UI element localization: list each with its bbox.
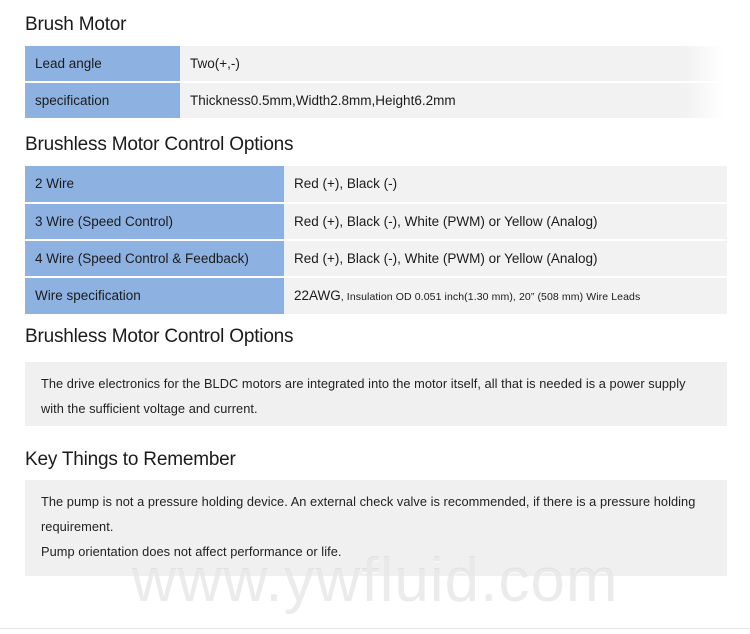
document-page: Brush Motor Lead angle Two(+,-) specific… bbox=[0, 0, 750, 634]
table-cell-value: Red (+), Black (-) bbox=[284, 166, 727, 204]
table-row: 4 Wire (Speed Control & Feedback) Red (+… bbox=[25, 240, 727, 278]
table-cell-key: 4 Wire (Speed Control & Feedback) bbox=[25, 240, 284, 278]
table-control-options: 2 Wire Red (+), Black (-) 3 Wire (Speed … bbox=[25, 166, 727, 314]
table-row: Wire specification 22AWG, Insulation OD … bbox=[25, 277, 727, 314]
note-panel-key-things: The pump is not a pressure holding devic… bbox=[25, 480, 727, 576]
table-row: 2 Wire Red (+), Black (-) bbox=[25, 166, 727, 204]
table-cell-value: Thickness0.5mm,Width2.8mm,Height6.2mm bbox=[180, 82, 725, 118]
table-cell-key: Wire specification bbox=[25, 277, 284, 314]
table-cell-value: Two(+,-) bbox=[180, 46, 725, 83]
wire-gauge-label: 22AWG bbox=[294, 287, 341, 303]
bottom-divider bbox=[0, 628, 750, 629]
table-cell-key: 2 Wire bbox=[25, 166, 284, 204]
note-paragraph: Pump orientation does not affect perform… bbox=[41, 544, 342, 559]
note-paragraph: The pump is not a pressure holding devic… bbox=[41, 494, 696, 534]
note-paragraph: The drive electronics for the BLDC motor… bbox=[41, 376, 686, 416]
table-row: 3 Wire (Speed Control) Red (+), Black (-… bbox=[25, 203, 727, 241]
table-row: Lead angle Two(+,-) bbox=[25, 46, 725, 83]
table-row: specification Thickness0.5mm,Width2.8mm,… bbox=[25, 82, 725, 118]
heading-control-options-table: Brushless Motor Control Options bbox=[25, 134, 294, 155]
table-cell-key: Lead angle bbox=[25, 46, 180, 83]
table-cell-value: Red (+), Black (-), White (PWM) or Yello… bbox=[284, 240, 727, 278]
heading-control-options-note: Brushless Motor Control Options bbox=[25, 326, 294, 347]
table-cell-key: specification bbox=[25, 82, 180, 118]
table-cell-key: 3 Wire (Speed Control) bbox=[25, 203, 284, 241]
wire-spec-detail: , Insulation OD 0.051 inch(1.30 mm), 20”… bbox=[340, 290, 641, 303]
note-panel-bldc: The drive electronics for the BLDC motor… bbox=[25, 362, 727, 426]
heading-key-things: Key Things to Remember bbox=[25, 449, 236, 470]
table-brush-motor: Lead angle Two(+,-) specification Thickn… bbox=[25, 46, 725, 118]
table-cell-value: Red (+), Black (-), White (PWM) or Yello… bbox=[284, 203, 727, 241]
table-cell-value-wire-spec: 22AWG, Insulation OD 0.051 inch(1.30 mm)… bbox=[284, 277, 727, 314]
heading-brush-motor: Brush Motor bbox=[25, 14, 127, 35]
